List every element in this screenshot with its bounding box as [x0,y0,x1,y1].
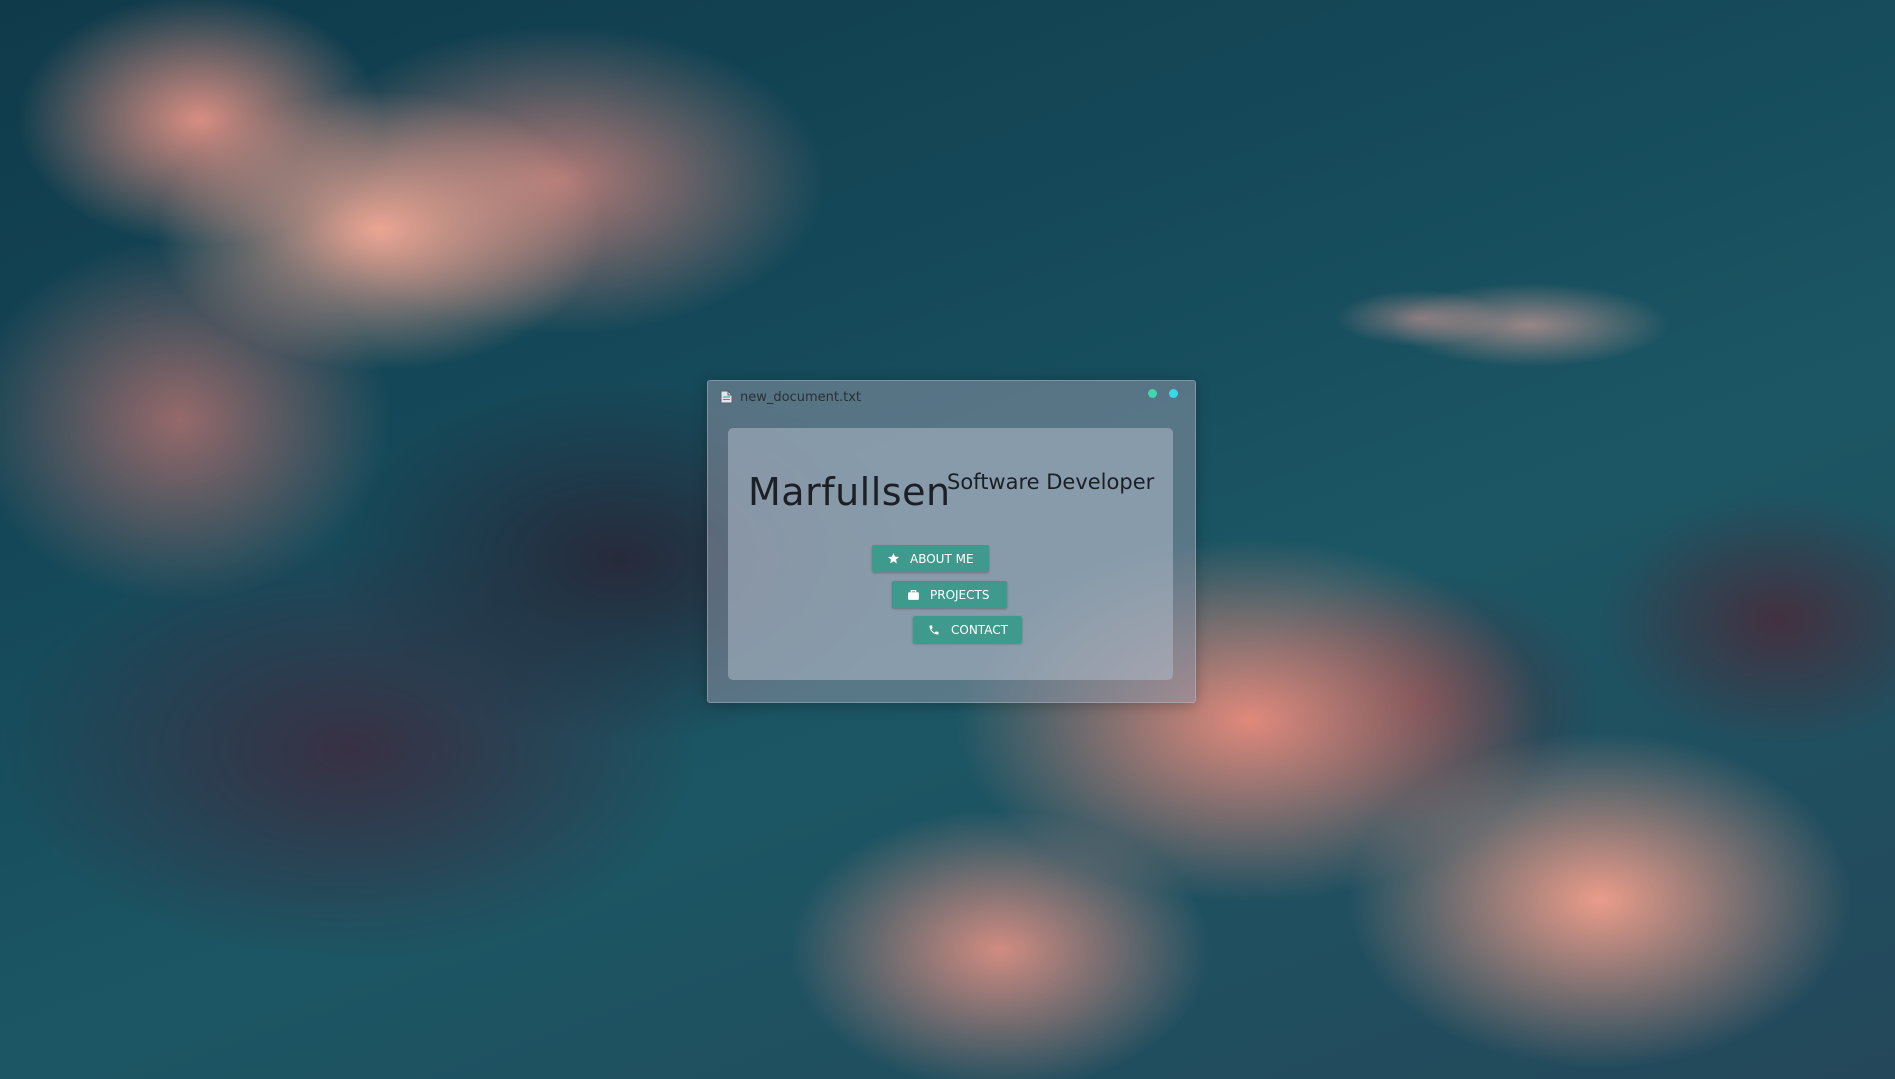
contact-button[interactable]: CONTACT [913,616,1022,643]
window-title: new_document.txt [740,390,861,405]
owner-role: Software Developer [947,470,1155,494]
document-content: Marfullsen Software Developer ABOUT ME P… [728,428,1173,680]
document-window: new_document.txt Marfullsen Software Dev… [707,380,1196,703]
briefcase-icon [906,588,920,602]
about-me-label: ABOUT ME [910,551,974,566]
phone-icon [927,623,941,637]
owner-name: Marfullsen [748,470,951,514]
star-icon [886,552,900,566]
projects-label: PROJECTS [930,587,990,602]
about-me-button[interactable]: ABOUT ME [872,545,989,572]
projects-button[interactable]: PROJECTS [892,581,1007,608]
close-button[interactable] [1169,389,1178,398]
minimize-button[interactable] [1148,389,1157,398]
contact-label: CONTACT [951,622,1008,637]
document-icon [720,390,733,404]
window-titlebar[interactable]: new_document.txt [708,381,1195,413]
